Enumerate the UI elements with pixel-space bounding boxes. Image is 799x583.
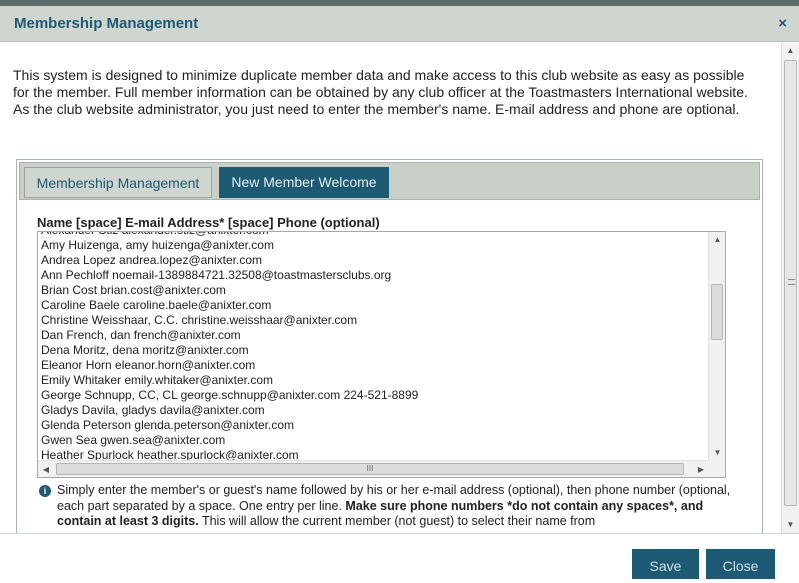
textarea-horizontal-scrollbar[interactable]: ◀ III ▶ (38, 460, 709, 477)
intro-text: This system is designed to minimize dupl… (13, 67, 748, 117)
dialog-vertical-thumb[interactable] (784, 60, 797, 506)
close-icon[interactable]: × (778, 15, 787, 32)
tab-new-member-welcome[interactable]: New Member Welcome (219, 167, 389, 198)
textarea-vertical-scrollbar[interactable]: ▲ ▼ (708, 232, 725, 461)
member-list-lines: Alexander Stiz alexander.stiz@anixter.co… (41, 232, 701, 463)
member-line: Gladys Davila, gladys davila@anixter.com (41, 403, 265, 417)
save-button[interactable]: Save (632, 549, 699, 579)
member-line: Glenda Peterson glenda.peterson@anixter.… (41, 418, 295, 432)
member-list-textarea[interactable]: Alexander Stiz alexander.stiz@anixter.co… (37, 231, 726, 478)
member-line: Ann Pechloff noemail-1389884721.32508@to… (41, 268, 392, 282)
member-line: Christine Weisshaar, C.C. christine.weis… (41, 313, 358, 327)
textarea-vertical-thumb[interactable] (711, 284, 723, 340)
dialog-title: Membership Management (14, 15, 199, 32)
help-text-part2: This will allow the current member (not … (198, 514, 596, 528)
member-line: Amy Huizenga, amy huizenga@anixter.com (41, 238, 274, 252)
scroll-right-icon[interactable]: ▶ (693, 461, 709, 477)
scroll-down-icon[interactable]: ▼ (709, 445, 725, 461)
tab-bar: Membership Management New Member Welcome (19, 162, 760, 200)
close-button[interactable]: Close (706, 549, 775, 579)
textarea-horizontal-thumb[interactable]: III (56, 463, 684, 475)
member-line: Dan French, dan french@anixter.com (41, 328, 241, 342)
info-icon: i (39, 485, 51, 497)
member-line: Dena Moritz, dena moritz@anixter.com (41, 343, 249, 357)
dialog-vertical-scrollbar[interactable]: ▲ ▼ (781, 43, 799, 533)
scroll-up-icon[interactable]: ▲ (709, 232, 725, 248)
member-line: Alexander Stiz alexander.stiz@anixter.co… (41, 232, 701, 238)
help-text-body: Simply enter the member's or guest's nam… (57, 483, 739, 530)
dialog-titlebar: Membership Management × (0, 6, 799, 42)
dialog-content: This system is designed to minimize dupl… (0, 43, 781, 533)
dialog-thumb-grip (788, 279, 795, 285)
member-line: Gwen Sea gwen.sea@anixter.com (41, 433, 226, 447)
dialog-footer: Save Close (0, 533, 799, 579)
member-line: George Schnupp, CC, CL george.schnupp@an… (41, 388, 419, 402)
member-line: Caroline Baele caroline.baele@anixter.co… (41, 298, 272, 312)
dialog-scroll-up-icon[interactable]: ▲ (782, 43, 799, 59)
help-text: i Simply enter the member's or guest's n… (39, 483, 739, 530)
scrollbar-corner (708, 460, 725, 477)
member-list-label: Name [space] E-mail Address* [space] Pho… (37, 215, 380, 230)
member-panel: Membership Management New Member Welcome… (16, 159, 763, 533)
member-line: Emily Whitaker emily.whitaker@anixter.co… (41, 373, 274, 387)
member-line: Eleanor Horn eleanor.horn@anixter.com (41, 358, 256, 372)
scroll-left-icon[interactable]: ◀ (38, 461, 54, 477)
member-line: Brian Cost brian.cost@anixter.com (41, 283, 226, 297)
tab-membership-management[interactable]: Membership Management (24, 167, 212, 198)
member-line: Andrea Lopez andrea.lopez@anixter.com (41, 253, 262, 267)
dialog-scroll-down-icon[interactable]: ▼ (782, 517, 799, 533)
